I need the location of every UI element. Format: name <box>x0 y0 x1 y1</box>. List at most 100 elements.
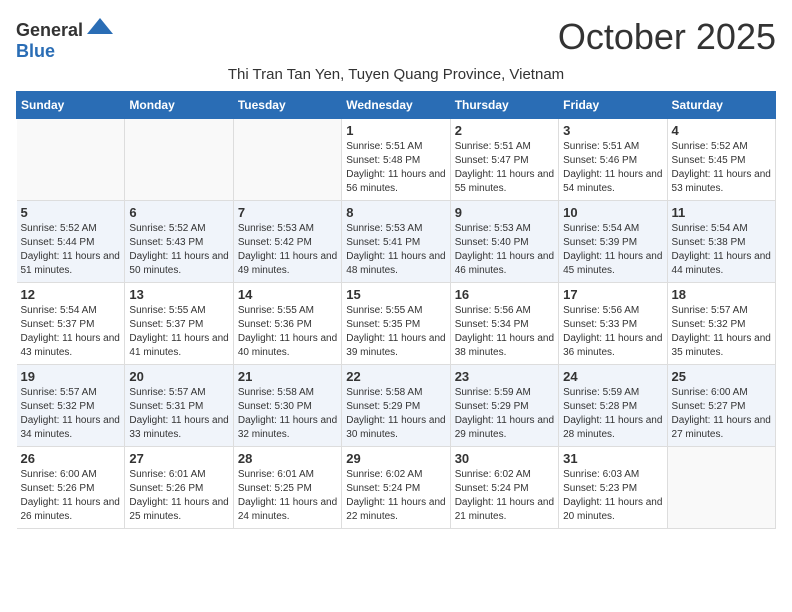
day-detail: Sunrise: 5:58 AM Sunset: 5:29 PM Dayligh… <box>346 386 445 442</box>
header-monday: Monday <box>125 92 233 119</box>
day-detail: Sunrise: 6:00 AM Sunset: 5:27 PM Dayligh… <box>672 386 771 442</box>
day-number: 23 <box>455 369 554 384</box>
table-row: 23 Sunrise: 5:59 AM Sunset: 5:29 PM Dayli… <box>450 365 558 447</box>
calendar-week-row: 1 Sunrise: 5:51 AM Sunset: 5:48 PM Daylig… <box>17 119 776 201</box>
day-number: 4 <box>672 123 771 138</box>
logo-icon <box>85 16 115 36</box>
header-wednesday: Wednesday <box>342 92 450 119</box>
table-row: 22 Sunrise: 5:58 AM Sunset: 5:29 PM Dayli… <box>342 365 450 447</box>
table-row: 27 Sunrise: 6:01 AM Sunset: 5:26 PM Dayli… <box>125 447 233 529</box>
day-number: 6 <box>129 205 228 220</box>
table-row <box>125 119 233 201</box>
day-number: 7 <box>238 205 337 220</box>
day-detail: Sunrise: 5:56 AM Sunset: 5:34 PM Dayligh… <box>455 304 554 360</box>
table-row: 19Sunrise: 5:57 AM Sunset: 5:32 PM Dayli… <box>17 365 125 447</box>
table-row: 14 Sunrise: 5:55 AM Sunset: 5:36 PM Dayli… <box>233 283 341 365</box>
day-number: 14 <box>238 287 337 302</box>
table-row: 24 Sunrise: 5:59 AM Sunset: 5:28 PM Dayli… <box>559 365 667 447</box>
day-detail: Sunrise: 5:54 AM Sunset: 5:38 PM Dayligh… <box>672 222 771 278</box>
table-row <box>667 447 775 529</box>
day-number: 3 <box>563 123 662 138</box>
day-detail: Sunrise: 5:52 AM Sunset: 5:44 PM Dayligh… <box>21 222 121 278</box>
day-detail: Sunrise: 6:00 AM Sunset: 5:26 PM Dayligh… <box>21 468 121 524</box>
logo-text: General Blue <box>16 16 115 62</box>
day-number: 21 <box>238 369 337 384</box>
location-title: Thi Tran Tan Yen, Tuyen Quang Province, … <box>16 66 776 83</box>
table-row: 30 Sunrise: 6:02 AM Sunset: 5:24 PM Dayli… <box>450 447 558 529</box>
logo-general: General <box>16 20 83 40</box>
logo: General Blue <box>16 16 115 62</box>
day-detail: Sunrise: 5:55 AM Sunset: 5:37 PM Dayligh… <box>129 304 228 360</box>
table-row: 13 Sunrise: 5:55 AM Sunset: 5:37 PM Dayli… <box>125 283 233 365</box>
logo-blue: Blue <box>16 41 55 61</box>
day-detail: Sunrise: 5:58 AM Sunset: 5:30 PM Dayligh… <box>238 386 337 442</box>
table-row: 18 Sunrise: 5:57 AM Sunset: 5:32 PM Dayli… <box>667 283 775 365</box>
day-detail: Sunrise: 5:53 AM Sunset: 5:42 PM Dayligh… <box>238 222 337 278</box>
day-number: 26 <box>21 451 121 466</box>
table-row: 16 Sunrise: 5:56 AM Sunset: 5:34 PM Dayli… <box>450 283 558 365</box>
day-detail: Sunrise: 5:57 AM Sunset: 5:32 PM Dayligh… <box>672 304 771 360</box>
table-row: 26 Sunrise: 6:00 AM Sunset: 5:26 PM Dayli… <box>17 447 125 529</box>
table-row: 20Sunrise: 5:57 AM Sunset: 5:31 PM Dayli… <box>125 365 233 447</box>
day-number: 18 <box>672 287 771 302</box>
day-number: 11 <box>672 205 771 220</box>
day-detail: Sunrise: 6:01 AM Sunset: 5:26 PM Dayligh… <box>129 468 228 524</box>
header-thursday: Thursday <box>450 92 558 119</box>
day-detail: Sunrise: 5:56 AM Sunset: 5:33 PM Dayligh… <box>563 304 662 360</box>
table-row: 15 Sunrise: 5:55 AM Sunset: 5:35 PM Dayli… <box>342 283 450 365</box>
table-row: 28Sunrise: 6:01 AM Sunset: 5:25 PM Dayli… <box>233 447 341 529</box>
day-detail: Sunrise: 6:02 AM Sunset: 5:24 PM Dayligh… <box>346 468 445 524</box>
day-detail: Sunrise: 5:55 AM Sunset: 5:35 PM Dayligh… <box>346 304 445 360</box>
table-row: 31 Sunrise: 6:03 AM Sunset: 5:23 PM Dayli… <box>559 447 667 529</box>
header-sunday: Sunday <box>17 92 125 119</box>
day-number: 20 <box>129 369 228 384</box>
calendar-week-row: 5 Sunrise: 5:52 AM Sunset: 5:44 PM Daylig… <box>17 201 776 283</box>
table-row: 25 Sunrise: 6:00 AM Sunset: 5:27 PM Dayli… <box>667 365 775 447</box>
day-number: 12 <box>21 287 121 302</box>
day-number: 31 <box>563 451 662 466</box>
calendar-table: Sunday Monday Tuesday Wednesday Thursday… <box>16 91 776 529</box>
day-detail: Sunrise: 5:55 AM Sunset: 5:36 PM Dayligh… <box>238 304 337 360</box>
day-detail: Sunrise: 5:59 AM Sunset: 5:28 PM Dayligh… <box>563 386 662 442</box>
day-number: 8 <box>346 205 445 220</box>
day-detail: Sunrise: 5:59 AM Sunset: 5:29 PM Dayligh… <box>455 386 554 442</box>
day-number: 28 <box>238 451 337 466</box>
day-detail: Sunrise: 5:51 AM Sunset: 5:48 PM Dayligh… <box>346 140 445 196</box>
day-detail: Sunrise: 5:53 AM Sunset: 5:40 PM Dayligh… <box>455 222 554 278</box>
day-detail: Sunrise: 6:03 AM Sunset: 5:23 PM Dayligh… <box>563 468 662 524</box>
day-number: 22 <box>346 369 445 384</box>
day-number: 2 <box>455 123 554 138</box>
day-number: 24 <box>563 369 662 384</box>
header: General Blue October 2025 <box>16 16 776 62</box>
day-number: 13 <box>129 287 228 302</box>
day-number: 10 <box>563 205 662 220</box>
table-row: 4 Sunrise: 5:52 AM Sunset: 5:45 PM Daylig… <box>667 119 775 201</box>
day-detail: Sunrise: 5:52 AM Sunset: 5:45 PM Dayligh… <box>672 140 771 196</box>
table-row: 10 Sunrise: 5:54 AM Sunset: 5:39 PM Dayli… <box>559 201 667 283</box>
day-number: 19 <box>21 369 121 384</box>
day-number: 25 <box>672 369 771 384</box>
calendar-week-row: 26 Sunrise: 6:00 AM Sunset: 5:26 PM Dayli… <box>17 447 776 529</box>
table-row: 2Sunrise: 5:51 AM Sunset: 5:47 PM Daylig… <box>450 119 558 201</box>
day-number: 15 <box>346 287 445 302</box>
table-row <box>17 119 125 201</box>
day-number: 1 <box>346 123 445 138</box>
table-row: 7 Sunrise: 5:53 AM Sunset: 5:42 PM Daylig… <box>233 201 341 283</box>
day-number: 16 <box>455 287 554 302</box>
table-row: 21 Sunrise: 5:58 AM Sunset: 5:30 PM Dayli… <box>233 365 341 447</box>
table-row: 9Sunrise: 5:53 AM Sunset: 5:40 PM Daylig… <box>450 201 558 283</box>
table-row: 5 Sunrise: 5:52 AM Sunset: 5:44 PM Daylig… <box>17 201 125 283</box>
table-row: 17Sunrise: 5:56 AM Sunset: 5:33 PM Dayli… <box>559 283 667 365</box>
day-number: 5 <box>21 205 121 220</box>
calendar-header-row: Sunday Monday Tuesday Wednesday Thursday… <box>17 92 776 119</box>
table-row <box>233 119 341 201</box>
day-number: 27 <box>129 451 228 466</box>
table-row: 6 Sunrise: 5:52 AM Sunset: 5:43 PM Daylig… <box>125 201 233 283</box>
table-row: 3Sunrise: 5:51 AM Sunset: 5:46 PM Daylig… <box>559 119 667 201</box>
day-detail: Sunrise: 5:52 AM Sunset: 5:43 PM Dayligh… <box>129 222 228 278</box>
calendar-week-row: 19Sunrise: 5:57 AM Sunset: 5:32 PM Dayli… <box>17 365 776 447</box>
calendar-week-row: 12Sunrise: 5:54 AM Sunset: 5:37 PM Dayli… <box>17 283 776 365</box>
day-detail: Sunrise: 6:02 AM Sunset: 5:24 PM Dayligh… <box>455 468 554 524</box>
day-number: 30 <box>455 451 554 466</box>
day-detail: Sunrise: 5:54 AM Sunset: 5:39 PM Dayligh… <box>563 222 662 278</box>
